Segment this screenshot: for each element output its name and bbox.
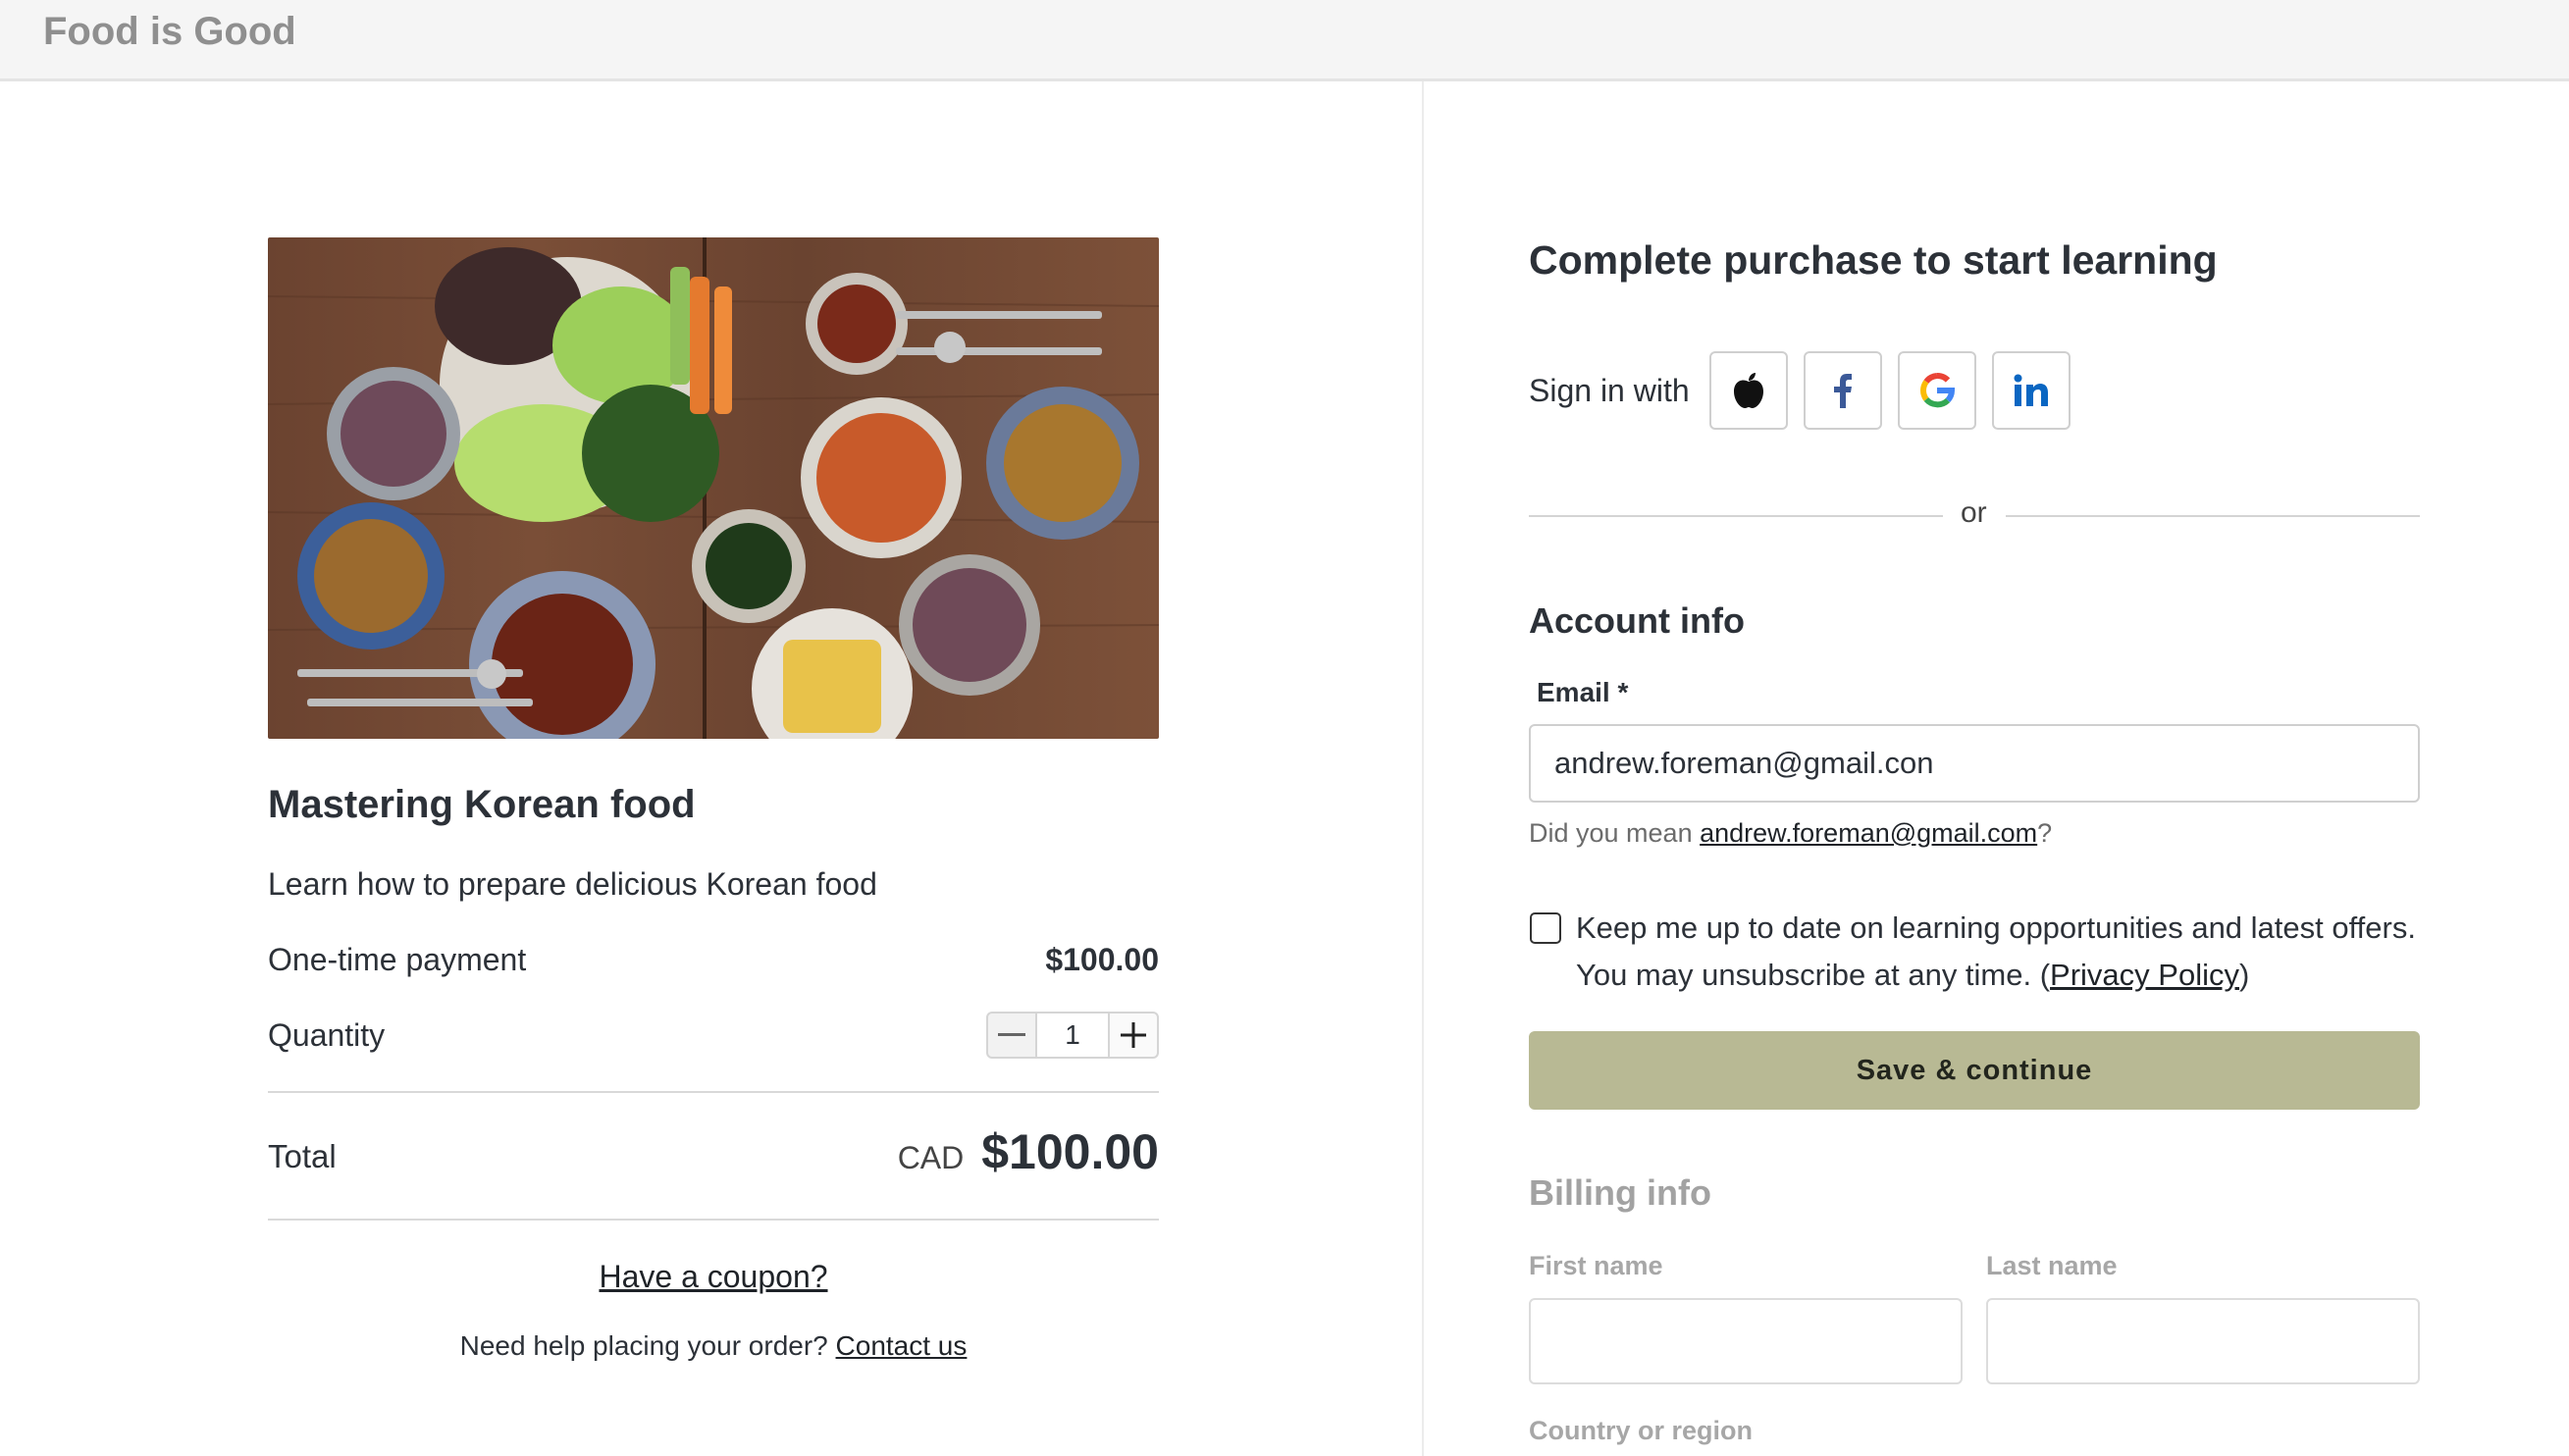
optin-close: ) [2238, 958, 2250, 992]
decrement-button[interactable] [986, 1012, 1037, 1059]
divider [268, 1091, 1159, 1093]
suggestion-suffix: ? [2037, 818, 2053, 848]
divider [268, 1219, 1159, 1221]
top-bar: Food is Good [0, 0, 2569, 81]
last-name-label: Last name [1986, 1251, 2118, 1280]
marketing-optin-label: Keep me up to date on learning opportuni… [1576, 905, 2420, 999]
linkedin-icon [2014, 374, 2048, 406]
contact-link[interactable]: Contact us [836, 1330, 968, 1361]
linkedin-signin-button[interactable] [1992, 351, 2071, 430]
quantity-label: Quantity [268, 1017, 386, 1053]
suggested-email-link[interactable]: andrew.foreman@gmail.com [1700, 818, 2037, 848]
minus-icon [998, 1033, 1025, 1036]
total-label: Total [268, 1138, 337, 1174]
currency-code: CAD [897, 1140, 965, 1175]
column-divider [1422, 81, 1424, 1456]
email-field[interactable] [1529, 724, 2420, 803]
help-section: Need help placing your order? Contact us [268, 1330, 1159, 1362]
facebook-signin-button[interactable] [1804, 351, 1882, 430]
apple-signin-button[interactable] [1709, 351, 1788, 430]
first-name-label: First name [1529, 1251, 1663, 1280]
suggestion-prefix: Did you mean [1529, 818, 1693, 848]
quantity-stepper: 1 [986, 1012, 1159, 1059]
divider-right [2006, 515, 2420, 517]
account-info-heading: Account info [1529, 600, 1745, 641]
total-amount: $100.00 [981, 1124, 1159, 1179]
signin-label: Sign in with [1529, 373, 1690, 408]
optin-text: Keep me up to date on learning opportuni… [1576, 910, 2416, 992]
email-suggestion: Did you mean andrew.foreman@gmail.com? [1529, 818, 2052, 849]
checkout-title: Complete purchase to start learning [1529, 237, 2218, 283]
total-amount-group: CAD $100.00 [898, 1123, 1159, 1180]
product-image [268, 237, 1159, 739]
coupon-section: Have a coupon? [268, 1259, 1159, 1295]
email-label: Email * [1537, 677, 1629, 707]
or-separator: or [1961, 496, 1987, 529]
coupon-link[interactable]: Have a coupon? [599, 1259, 827, 1294]
google-icon [1920, 373, 1956, 408]
product-title: Mastering Korean food [268, 783, 696, 826]
increment-button[interactable] [1108, 1012, 1159, 1059]
facebook-icon [1834, 374, 1852, 408]
marketing-optin-checkbox[interactable] [1530, 912, 1561, 944]
quantity-row: Quantity 1 [268, 1012, 1159, 1059]
help-text: Need help placing your order? [459, 1330, 828, 1361]
last-name-field[interactable] [1986, 1298, 2420, 1384]
payment-label: One-time payment [268, 942, 527, 977]
privacy-policy-link[interactable]: Privacy Policy [2050, 958, 2239, 992]
apple-icon [1734, 373, 1763, 408]
first-name-field[interactable] [1529, 1298, 1963, 1384]
country-label: Country or region [1529, 1416, 1753, 1445]
divider-left [1529, 515, 1943, 517]
save-continue-button[interactable]: Save & continue [1529, 1031, 2420, 1110]
google-signin-button[interactable] [1898, 351, 1976, 430]
brand-logo[interactable]: Food is Good [43, 10, 296, 54]
payment-price: $100.00 [1045, 942, 1159, 977]
quantity-value[interactable]: 1 [1037, 1012, 1108, 1059]
payment-row: One-time payment $100.00 [268, 942, 1159, 978]
product-description: Learn how to prepare delicious Korean fo… [268, 866, 877, 902]
billing-info-heading: Billing info [1529, 1172, 1711, 1213]
plus-icon [1121, 1022, 1146, 1048]
